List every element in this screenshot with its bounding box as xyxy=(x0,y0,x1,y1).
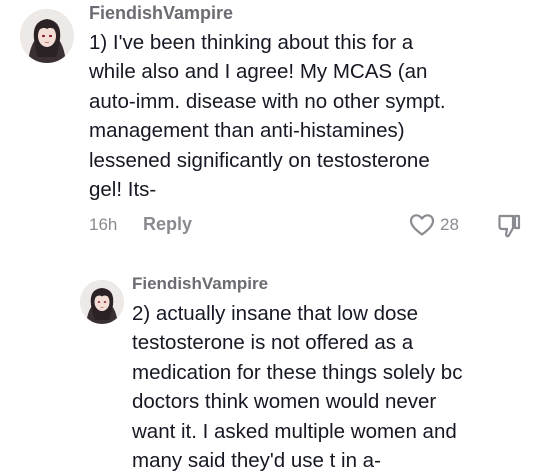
comment-username[interactable]: FiendishVampire xyxy=(132,274,268,294)
reply-button[interactable]: Reply xyxy=(143,214,192,235)
like-count: 28 xyxy=(440,215,459,234)
comment-item: FiendishVampire 1) I've been thinking ab… xyxy=(0,0,540,250)
comment-timestamp: 16h xyxy=(89,215,118,234)
heart-outline-icon[interactable] xyxy=(409,213,435,237)
avatar[interactable] xyxy=(80,280,124,324)
comment-username[interactable]: FiendishVampire xyxy=(89,3,233,24)
avatar-image xyxy=(80,280,124,324)
avatar[interactable] xyxy=(20,9,74,63)
thumbs-down-icon[interactable] xyxy=(496,212,522,240)
comment-text: 1) I've been thinking about this for a w… xyxy=(89,31,446,202)
reply-comment-item: FiendishVampire 2) actually insane that … xyxy=(0,262,540,472)
comment-text: 2) actually insane that low dose testost… xyxy=(132,302,463,473)
avatar-image xyxy=(20,9,74,63)
